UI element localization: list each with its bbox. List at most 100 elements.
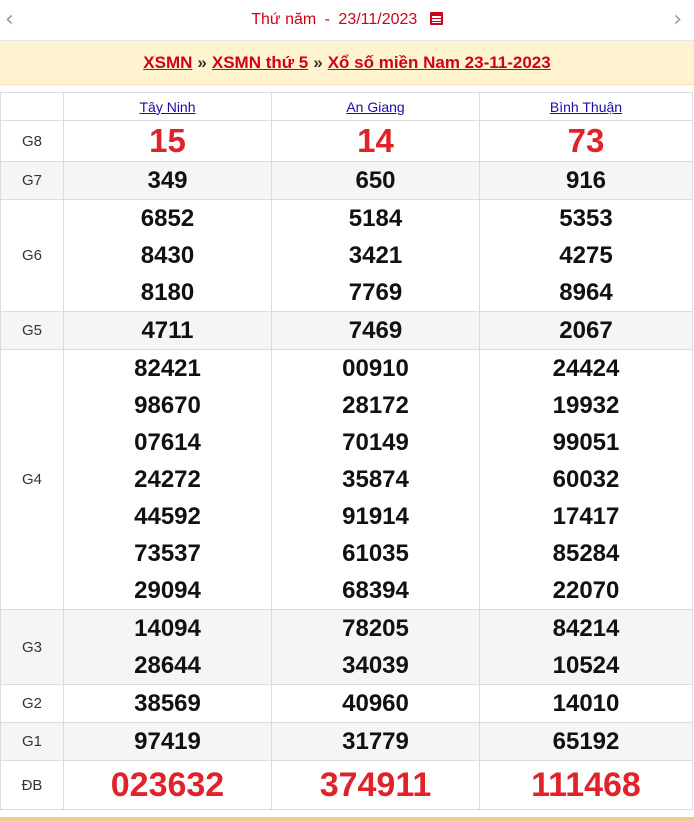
- prize-label: G6: [0, 199, 64, 312]
- prize-number: 60032: [552, 466, 620, 493]
- prize-label: G7: [0, 161, 64, 200]
- prize-number: 2067: [559, 317, 613, 344]
- prize-number: 84214: [552, 615, 620, 642]
- prize-cell: 2067: [479, 311, 693, 350]
- prize-number: 4711: [141, 317, 194, 344]
- date-navigation-bar: ‹ Thứ năm - 23/11/2023 ›: [0, 0, 694, 41]
- prize-number: 82421: [134, 355, 201, 382]
- prize-row-g8: G8 15 14 73: [0, 120, 693, 162]
- calendar-icon[interactable]: [429, 12, 443, 25]
- prize-label: G1: [0, 722, 64, 761]
- prize-label: G8: [0, 120, 64, 162]
- prize-number: 73: [567, 122, 605, 159]
- prize-cell: 00910 28172 70149 35874 91914 61035 68394: [271, 349, 480, 610]
- prize-number: 28644: [134, 652, 201, 679]
- prize-cell: 78205 34039: [271, 609, 480, 685]
- prize-number: 5184: [348, 205, 403, 232]
- day-label: Thứ năm: [251, 11, 317, 28]
- province-link-an-giang[interactable]: An Giang: [346, 99, 404, 115]
- province-link-binh-thuan[interactable]: Bình Thuận: [550, 99, 622, 115]
- prize-cell: 916: [479, 161, 693, 200]
- prize-number: 07614: [134, 429, 201, 456]
- date-separator: -: [324, 11, 330, 28]
- chevron-right-icon[interactable]: ›: [673, 9, 682, 31]
- prize-number: 44592: [134, 503, 201, 530]
- prize-number: 99051: [552, 429, 620, 456]
- prize-cell: 4711: [63, 311, 272, 350]
- prize-cell: 65192: [479, 722, 693, 761]
- prize-number: 73537: [134, 540, 201, 567]
- breadcrumb-separator: »: [197, 53, 207, 72]
- prize-number: 111468: [531, 766, 641, 804]
- prize-number: 85284: [552, 540, 620, 567]
- prize-number: 70149: [342, 429, 409, 456]
- prize-number: 65192: [552, 728, 620, 755]
- prize-row-đb: ĐB 023632 374911 111468: [0, 760, 693, 810]
- prize-cell: 7469: [271, 311, 480, 350]
- breadcrumb-link-xsmn-thu-5[interactable]: XSMN thứ 5: [212, 53, 308, 72]
- prize-row-g6: G6 6852 8430 8180 5184 3421 7769 5353 4275 8964: [0, 199, 693, 312]
- province-header: Tây Ninh: [63, 92, 272, 121]
- date-value[interactable]: 23/11/2023: [338, 11, 417, 28]
- prize-number: 5353: [559, 205, 613, 232]
- prize-cell: 023632: [63, 760, 272, 810]
- prize-number: 24272: [134, 466, 201, 493]
- prize-number: 68394: [342, 577, 409, 604]
- prize-cell: 38569: [63, 684, 272, 723]
- prize-number: 00910: [342, 355, 409, 382]
- prize-row-g7: G7 349 650 916: [0, 161, 693, 200]
- breadcrumb: XSMN » XSMN thứ 5 » Xổ số miền Nam 23-11-202…: [0, 41, 694, 85]
- prize-number: 61035: [342, 540, 409, 567]
- prize-number: 374911: [319, 766, 432, 804]
- prize-cell: 349: [63, 161, 272, 200]
- prize-cell: 14010: [479, 684, 693, 723]
- prize-number: 8180: [140, 279, 195, 306]
- prize-number: 14094: [134, 615, 201, 642]
- prize-cell: 650: [271, 161, 480, 200]
- prize-number: 349: [147, 167, 188, 194]
- prize-number: 91914: [342, 503, 409, 530]
- prize-number: 7469: [348, 317, 403, 344]
- province-link-tay-ninh[interactable]: Tây Ninh: [139, 99, 195, 115]
- prize-number: 8430: [140, 242, 195, 269]
- prize-cell: 97419: [63, 722, 272, 761]
- prize-cell: 15: [63, 120, 272, 162]
- bottom-divider: [0, 817, 694, 821]
- prize-number: 29094: [134, 577, 201, 604]
- prize-cell: 24424 19932 99051 60032 17417 85284 22070: [479, 349, 693, 610]
- prize-row-g2: G2 38569 40960 14010: [0, 684, 693, 723]
- prize-number: 17417: [552, 503, 620, 530]
- prize-cell: 5184 3421 7769: [271, 199, 480, 312]
- prize-label: ĐB: [0, 760, 64, 810]
- prize-label: G3: [0, 609, 64, 685]
- lottery-results-table: Tây Ninh An Giang Bình Thuận G8 15 14 73 G7 3…: [0, 92, 693, 810]
- prize-number: 15: [149, 122, 186, 159]
- prize-number: 916: [565, 167, 607, 194]
- prize-cell: 6852 8430 8180: [63, 199, 272, 312]
- prize-number: 97419: [134, 728, 201, 755]
- prize-number: 34039: [342, 652, 409, 679]
- prize-row-g1: G1 97419 31779 65192: [0, 722, 693, 761]
- prize-cell: 84214 10524: [479, 609, 693, 685]
- prize-row-g5: G5 4711 7469 2067: [0, 311, 693, 350]
- breadcrumb-link-xsmn[interactable]: XSMN: [143, 53, 192, 72]
- prize-cell: 14: [271, 120, 480, 162]
- date-display: Thứ năm - 23/11/2023: [0, 10, 694, 30]
- prize-number: 22070: [552, 577, 620, 604]
- prize-cell: 5353 4275 8964: [479, 199, 693, 312]
- prize-number: 10524: [552, 652, 620, 679]
- prize-number: 14: [357, 122, 394, 159]
- prize-number: 98670: [134, 392, 201, 419]
- prize-row-g4: G4 82421 98670 07614 24272 44592 73537 29094 009…: [0, 349, 693, 610]
- prize-number: 40960: [342, 690, 409, 717]
- prize-number: 650: [355, 167, 396, 194]
- prize-cell: 14094 28644: [63, 609, 272, 685]
- prize-number: 4275: [559, 242, 613, 269]
- prize-column-header: [0, 92, 64, 121]
- prize-cell: 31779: [271, 722, 480, 761]
- prize-cell: 73: [479, 120, 693, 162]
- prize-number: 023632: [110, 766, 225, 804]
- prize-cell: 111468: [479, 760, 693, 810]
- breadcrumb-link-current-date[interactable]: Xổ số miền Nam 23-11-2023: [328, 53, 551, 72]
- prize-label: G4: [0, 349, 64, 610]
